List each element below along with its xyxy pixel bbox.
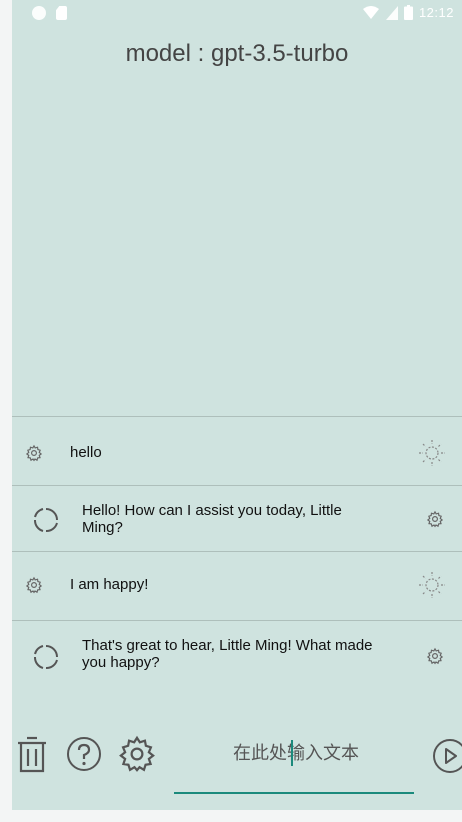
chat-message-assistant[interactable]: That's great to hear, Little Ming! What … bbox=[12, 621, 462, 687]
refresh-circle-icon bbox=[34, 508, 58, 532]
message-text: I am happy! bbox=[70, 576, 149, 593]
wifi-icon bbox=[362, 5, 379, 19]
trash-icon[interactable] bbox=[16, 736, 48, 774]
chat-message-user[interactable]: I am happy! bbox=[12, 552, 462, 621]
chat-message-assistant[interactable]: Hello! How can I assist you today, Littl… bbox=[12, 486, 462, 552]
message-text: hello bbox=[70, 444, 102, 461]
sun-icon[interactable] bbox=[415, 439, 449, 467]
status-bar: 12:12 bbox=[12, 0, 462, 28]
message-input-container[interactable] bbox=[174, 730, 418, 794]
bottom-toolbar bbox=[12, 730, 462, 794]
app-screen: 12:12 model : gpt-3.5-turbo hello Hello!… bbox=[12, 0, 462, 810]
page-title: model : gpt-3.5-turbo bbox=[125, 40, 349, 67]
chat-list[interactable]: hello Hello! How can I assist you today,… bbox=[12, 416, 462, 687]
help-icon[interactable] bbox=[66, 736, 102, 772]
settings-icon[interactable] bbox=[118, 735, 156, 773]
gear-icon[interactable] bbox=[426, 647, 444, 665]
gear-icon[interactable] bbox=[426, 510, 444, 528]
gear-icon[interactable] bbox=[25, 576, 43, 594]
status-time: 12:12 bbox=[418, 5, 454, 20]
gear-icon[interactable] bbox=[25, 444, 43, 462]
send-icon[interactable] bbox=[430, 738, 462, 774]
signal-icon bbox=[385, 5, 398, 20]
message-text: Hello! How can I assist you today, Littl… bbox=[82, 502, 342, 536]
battery-icon bbox=[403, 5, 413, 20]
sd-card-icon bbox=[56, 6, 67, 20]
text-cursor bbox=[291, 740, 293, 766]
sun-icon[interactable] bbox=[415, 571, 449, 599]
message-input[interactable] bbox=[174, 730, 418, 776]
message-text: That's great to hear, Little Ming! What … bbox=[82, 637, 373, 671]
chat-message-user[interactable]: hello bbox=[12, 417, 462, 486]
notification-dot-icon bbox=[32, 6, 46, 20]
refresh-circle-icon bbox=[34, 645, 58, 669]
